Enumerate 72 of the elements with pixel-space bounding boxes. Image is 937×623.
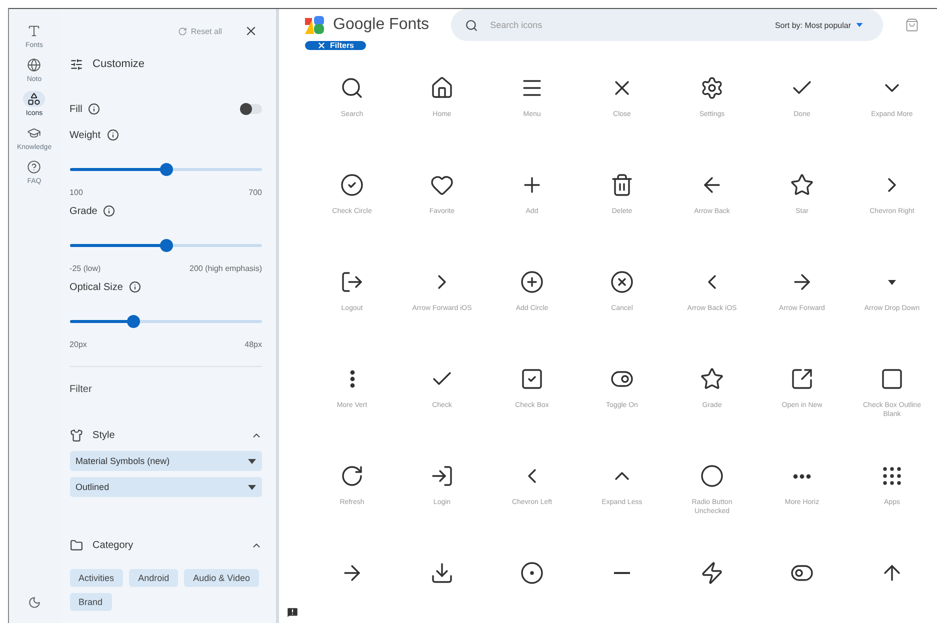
caret-down-icon <box>888 280 896 284</box>
settings-icon <box>700 76 724 100</box>
range-min: 100 <box>70 188 83 197</box>
circle-icon <box>700 464 724 488</box>
check-circle-icon <box>340 173 364 197</box>
refresh-icon <box>178 26 187 36</box>
checkbox-icon <box>520 367 544 391</box>
fill-toggle[interactable] <box>240 104 262 114</box>
range-min: 20px <box>70 340 87 349</box>
slider-label: Grade <box>70 206 98 216</box>
logout-icon <box>340 270 364 294</box>
logo-icon <box>305 16 325 34</box>
grid-dots-icon <box>880 464 904 488</box>
home-icon <box>430 76 454 100</box>
login-icon <box>430 464 454 488</box>
shirt-icon <box>70 428 83 442</box>
caret-down-icon <box>856 23 863 27</box>
plus-circle-icon <box>520 270 544 294</box>
caret-down-icon <box>248 458 256 464</box>
shopping-bag-icon[interactable] <box>905 18 919 32</box>
slider-thumb[interactable] <box>127 315 140 328</box>
sort-dropdown[interactable]: Sort by: Most popular <box>768 20 869 30</box>
open-external-icon <box>790 367 814 391</box>
download-icon <box>430 561 454 585</box>
category-chip[interactable]: Audio & Video <box>184 569 259 587</box>
bolt-icon <box>700 561 724 585</box>
style-select[interactable]: Outlined <box>70 477 262 497</box>
shapes-icon <box>23 91 46 107</box>
filters-button[interactable]: Filters <box>305 41 366 50</box>
slider-label: Optical Size <box>70 282 123 292</box>
fill-label: Fill <box>70 104 82 114</box>
category-chip[interactable]: Android <box>129 569 178 587</box>
trash-icon <box>610 173 634 197</box>
search-icon <box>340 76 364 100</box>
refresh-icon <box>340 464 364 488</box>
feedback-icon[interactable] <box>286 606 299 619</box>
star-icon <box>700 367 724 391</box>
sliders-icon <box>70 58 83 70</box>
info-icon[interactable] <box>128 281 141 293</box>
range-min: -25 (low) <box>70 264 101 273</box>
square-icon <box>880 367 904 391</box>
style-select[interactable]: Material Symbols (new) <box>70 451 262 471</box>
more-vertical-icon <box>350 370 354 388</box>
panel-title: Customize <box>92 58 145 70</box>
close-icon <box>317 41 326 50</box>
search-icon <box>465 18 478 32</box>
close-icon[interactable] <box>244 24 258 38</box>
category-chip[interactable]: Activities <box>70 569 124 587</box>
range-max: 200 (high emphasis) <box>190 264 262 273</box>
range-max: 48px <box>244 340 262 349</box>
heart-icon <box>430 173 454 197</box>
slider-label: Weight <box>70 130 100 140</box>
logo-text: Google Fonts <box>333 16 430 34</box>
star-icon <box>790 173 814 197</box>
dark-mode-icon[interactable] <box>28 596 41 609</box>
filter-heading: Filter <box>70 384 93 395</box>
folder-icon <box>70 538 83 552</box>
minus-icon <box>614 572 630 574</box>
caret-down-icon <box>248 484 256 490</box>
range-max: 700 <box>248 188 262 197</box>
category-chip[interactable]: Brand <box>70 593 112 611</box>
slider-thumb[interactable] <box>160 163 173 176</box>
category-section-header[interactable]: Category <box>70 535 262 555</box>
search-field[interactable]: Search icons Sort by: Most popular <box>451 9 883 41</box>
more-horizontal-icon <box>793 474 811 478</box>
slider-thumb[interactable] <box>160 239 173 252</box>
style-section-header[interactable]: Style <box>70 425 262 445</box>
info-icon[interactable] <box>106 129 118 141</box>
radio-checked-icon <box>520 561 544 585</box>
info-icon[interactable] <box>103 205 116 217</box>
info-icon[interactable] <box>88 103 100 115</box>
x-circle-icon <box>610 270 634 294</box>
